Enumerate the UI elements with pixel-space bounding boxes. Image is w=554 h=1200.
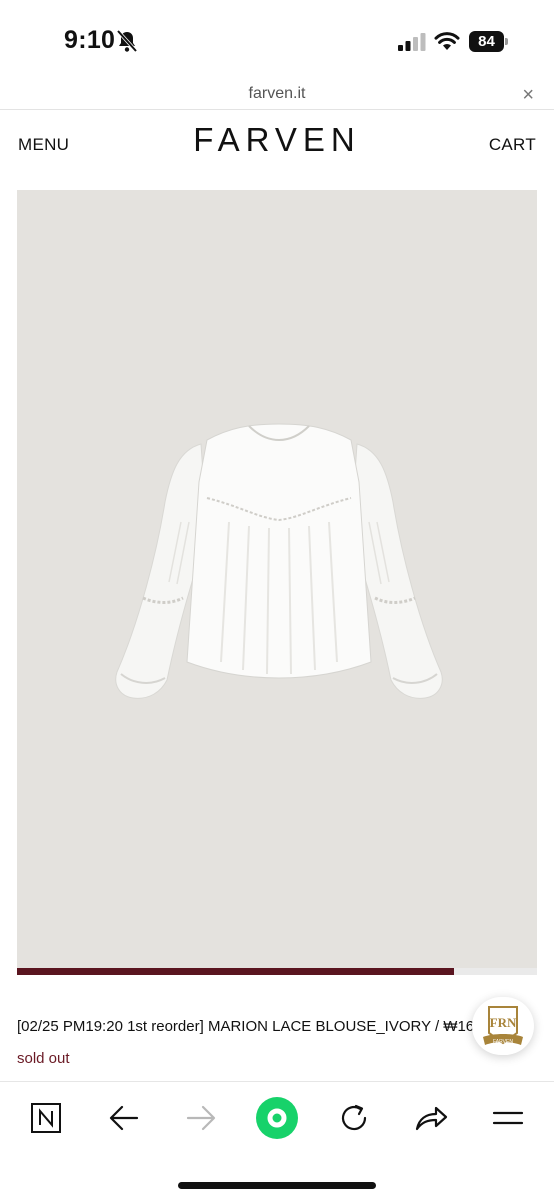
menu-toggle-button[interactable] [488,1098,528,1138]
blouse-illustration [115,423,443,699]
sold-out-label: sold out [17,1050,70,1067]
naver-home-icon [31,1103,61,1133]
home-indicator[interactable] [178,1182,376,1189]
url-text[interactable]: farven.it [0,85,554,103]
brand-logo[interactable]: FARVEN [0,121,554,159]
gallery-progress-track [17,968,537,975]
farven-badge[interactable]: FRN FARVEN [472,997,534,1055]
back-button[interactable] [104,1098,144,1138]
frn-logo-icon: FRN FARVEN [483,1006,523,1045]
battery-tip [505,38,508,45]
reload-icon [341,1104,367,1131]
cellular-signal-icon [398,33,426,51]
bell-muted-icon [116,29,138,53]
gallery-progress-fill [17,968,454,975]
naver-home-button[interactable] [26,1098,66,1138]
share-icon [415,1106,448,1131]
badge-subtext: FARVEN [493,1039,513,1045]
share-button[interactable] [411,1098,451,1138]
badge-text: FRN [490,1015,517,1030]
battery-level: 84 [469,31,504,52]
back-arrow-icon [109,1105,139,1131]
site-header: MENU FARVEN CART [0,110,554,180]
status-time: 9:10 [64,26,116,54]
browser-toolbar [0,1081,554,1200]
close-icon[interactable]: × [522,84,534,107]
battery-indicator: 84 [469,31,509,52]
reload-button[interactable] [334,1098,374,1138]
forward-button[interactable] [181,1098,221,1138]
wifi-icon [434,32,460,50]
product-image[interactable] [17,190,537,968]
green-action-button[interactable] [256,1097,298,1139]
cart-button[interactable]: CART [489,135,536,155]
url-bar[interactable]: farven.it × [0,80,554,110]
green-dot-icon [256,1097,298,1139]
forward-arrow-icon [186,1105,216,1131]
menu-icon [492,1111,524,1125]
product-title[interactable]: [02/25 PM19:20 1st reorder] MARION LACE … [17,1018,477,1035]
status-bar: 9:10 84 [0,0,554,80]
